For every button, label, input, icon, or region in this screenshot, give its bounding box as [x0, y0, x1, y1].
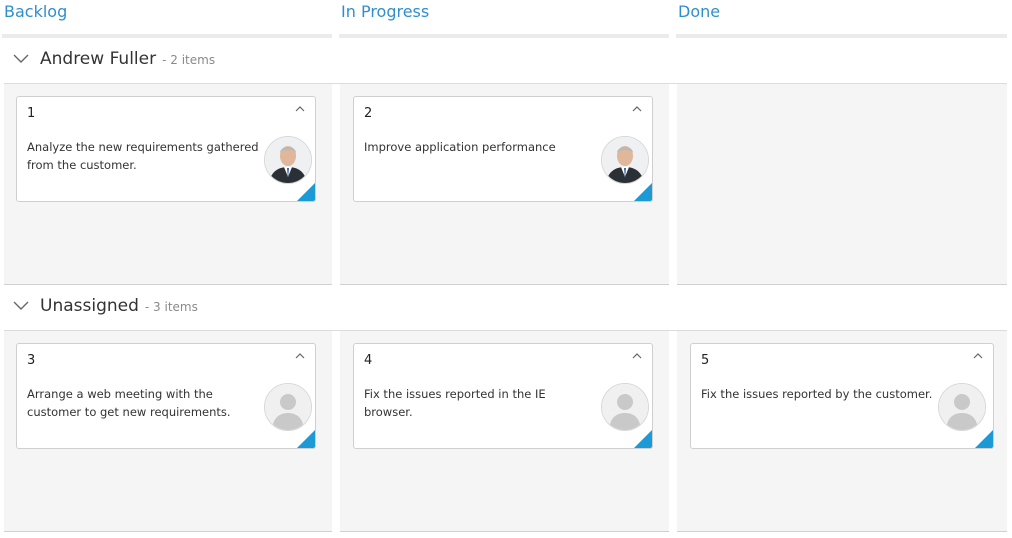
assignee-photo-avatar [264, 136, 312, 184]
chevron-down-icon[interactable] [13, 301, 29, 311]
card-corner-marker [634, 430, 652, 448]
card-corner-marker [634, 183, 652, 201]
card-corner-marker [297, 430, 315, 448]
user-placeholder-icon [264, 383, 312, 431]
swimlane-title: Unassigned - 3 items [40, 296, 198, 316]
column-title: Backlog [4, 2, 68, 21]
swimlane-name: Andrew Fuller [40, 49, 157, 69]
card-description: Arrange a web meeting with the customer … [27, 387, 231, 419]
user-placeholder-icon [938, 383, 986, 431]
assignee-photo-avatar [601, 136, 649, 184]
card-corner-marker [975, 430, 993, 448]
cell-andrew-done [677, 84, 1007, 285]
card-id: 1 [27, 106, 36, 121]
swimlane-title: Andrew Fuller - 2 items [40, 49, 215, 69]
column-header-done[interactable]: Done [676, 0, 1007, 38]
chevron-up-icon[interactable] [973, 352, 983, 360]
swimlane-item-count: - 3 items [144, 300, 198, 314]
column-title: In Progress [341, 2, 430, 21]
column-title: Done [678, 2, 721, 21]
swimlane-item-count: - 2 items [162, 53, 216, 67]
chevron-up-icon[interactable] [295, 105, 305, 113]
swimlane-name: Unassigned [40, 296, 139, 316]
chevron-up-icon[interactable] [632, 352, 642, 360]
card-corner-marker [297, 183, 315, 201]
swimlane-header-unassigned[interactable]: Unassigned - 3 items [4, 286, 1007, 331]
kanban-card[interactable]: 1 Analyze the new requirements gathered … [16, 96, 316, 202]
card-description: Fix the issues reported by the customer. [701, 387, 933, 401]
kanban-card[interactable]: 2 Improve application performance [353, 96, 653, 202]
user-placeholder-icon [601, 383, 649, 431]
card-id: 2 [364, 106, 373, 121]
column-header-backlog[interactable]: Backlog [2, 0, 332, 38]
card-id: 5 [701, 353, 710, 368]
column-header-in-progress[interactable]: In Progress [339, 0, 669, 38]
card-id: 3 [27, 353, 36, 368]
swimlane-header-andrew-fuller[interactable]: Andrew Fuller - 2 items [4, 39, 1007, 84]
chevron-down-icon[interactable] [13, 54, 29, 64]
chevron-up-icon[interactable] [632, 105, 642, 113]
kanban-card[interactable]: 5 Fix the issues reported by the custome… [690, 343, 994, 449]
card-description: Improve application performance [364, 140, 556, 154]
card-description: Fix the issues reported in the IE browse… [364, 387, 546, 419]
card-description: Analyze the new requirements gathered fr… [27, 140, 259, 172]
kanban-card[interactable]: 4 Fix the issues reported in the IE brow… [353, 343, 653, 449]
card-id: 4 [364, 353, 373, 368]
kanban-card[interactable]: 3 Arrange a web meeting with the custome… [16, 343, 316, 449]
chevron-up-icon[interactable] [295, 352, 305, 360]
